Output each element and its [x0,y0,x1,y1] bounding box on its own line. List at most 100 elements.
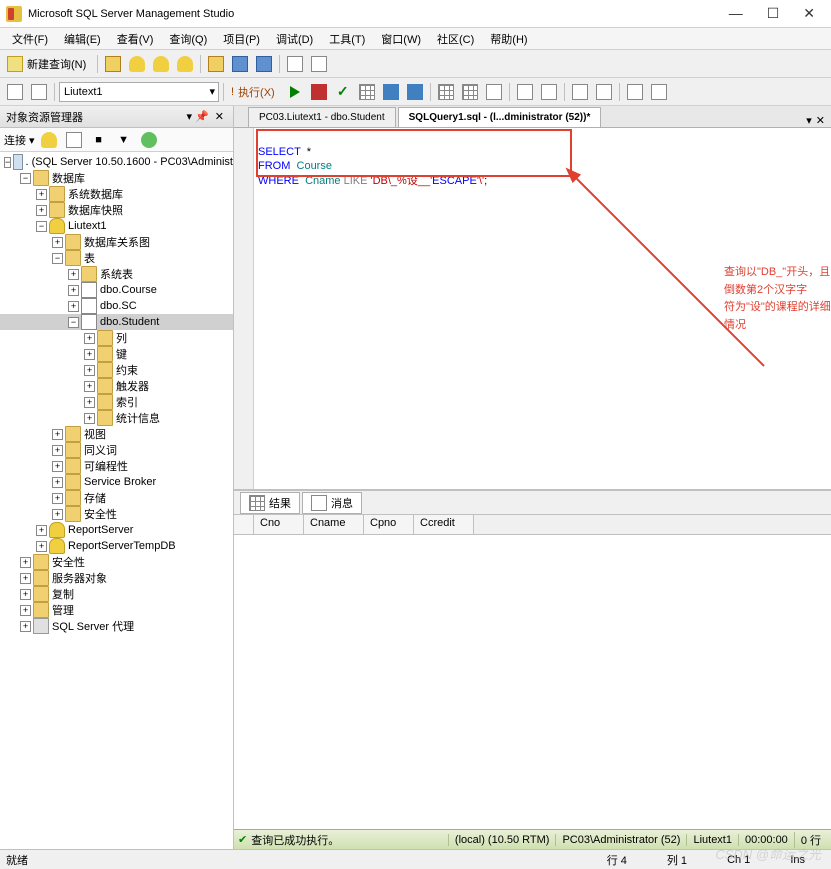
tree-storage[interactable]: +存储 [0,490,233,506]
results-tab[interactable]: 结果 [240,492,300,514]
tree-databases[interactable]: −数据库 [0,170,233,186]
object-explorer-toolbar: 连接 ▾ ■ ▼ [0,128,233,152]
tab-dropdown-icon[interactable]: ▾ [806,114,812,127]
menu-community[interactable]: 社区(C) [431,29,480,49]
tab-close-icon[interactable]: ✕ [816,114,825,127]
tree-userdb[interactable]: −Liutext1 [0,218,233,234]
tree-columns[interactable]: +列 [0,330,233,346]
col-cpno[interactable]: Cpno [364,515,414,534]
execute-button[interactable]: ! 执行(X) [228,81,282,103]
tree-triggers[interactable]: +触发器 [0,378,233,394]
minimize-button[interactable]: — [729,5,743,22]
tree-sysdb[interactable]: +系统数据库 [0,186,233,202]
tree-tables[interactable]: −表 [0,250,233,266]
tb-btn-a[interactable] [4,81,26,103]
panel-close-icon[interactable]: ✕ [212,110,227,123]
tb-open-button[interactable] [102,53,124,75]
tb-btn-c2[interactable] [538,81,560,103]
col-cno[interactable]: Cno [254,515,304,534]
new-query-button[interactable]: 新建查询(N) [4,53,93,75]
tree-security-db[interactable]: +安全性 [0,506,233,522]
tree-agent[interactable]: +SQL Server 代理 [0,618,233,634]
menu-project[interactable]: 项目(P) [217,29,266,49]
tb-open-file-button[interactable] [205,53,227,75]
tb-indent-button[interactable] [569,81,591,103]
menu-window[interactable]: 窗口(W) [375,29,427,49]
stop-icon [311,84,327,100]
tb-btn-c1[interactable] [514,81,536,103]
database-icon [49,218,65,234]
close-button[interactable]: ✕ [803,5,815,22]
tab-sqlquery[interactable]: SQLQuery1.sql - (l...dministrator (52))* [398,107,602,127]
oe-refresh-button[interactable] [138,129,160,151]
results-grid[interactable] [234,535,831,829]
tree-indexes[interactable]: +索引 [0,394,233,410]
tb-btn-list[interactable] [308,53,330,75]
stop-button[interactable] [308,81,330,103]
tree-table-course[interactable]: +dbo.Course [0,282,233,298]
oe-filter-button[interactable]: ▼ [113,129,135,151]
tb-save-button[interactable] [229,53,251,75]
oe-btn-3[interactable]: ■ [88,129,110,151]
tree-prog[interactable]: +可编程性 [0,458,233,474]
tree-reportserver[interactable]: +ReportServer [0,522,233,538]
tb-btn-act[interactable] [284,53,306,75]
tb-btn-3[interactable] [150,53,172,75]
messages-tab[interactable]: 消息 [302,492,362,514]
tb-outdent-button[interactable] [593,81,615,103]
generic-icon [627,84,643,100]
tb-btn-g1[interactable] [380,81,402,103]
tree-views[interactable]: +视图 [0,426,233,442]
tree-sb[interactable]: +Service Broker [0,474,233,490]
tree-security[interactable]: +安全性 [0,554,233,570]
tree-serverobj[interactable]: +服务器对象 [0,570,233,586]
tb-btn-g5[interactable] [483,81,505,103]
col-ccredit[interactable]: Ccredit [414,515,474,534]
tree-keys[interactable]: +键 [0,346,233,362]
tb-btn-g4[interactable] [459,81,481,103]
table-icon [81,314,97,330]
database-selector[interactable]: Liutext1 [59,82,219,102]
tree-mgmt[interactable]: +管理 [0,602,233,618]
tree-systables[interactable]: +系统表 [0,266,233,282]
object-tree[interactable]: −. (SQL Server 10.50.1600 - PC03\Adminis… [0,152,233,849]
tree-reportservertemp[interactable]: +ReportServerTempDB [0,538,233,554]
tree-table-student[interactable]: −dbo.Student [0,314,233,330]
menu-help[interactable]: 帮助(H) [484,29,533,49]
tree-diagram[interactable]: +数据库关系图 [0,234,233,250]
menu-view[interactable]: 查看(V) [111,29,160,49]
oe-btn-2[interactable] [63,129,85,151]
tree-server[interactable]: −. (SQL Server 10.50.1600 - PC03\Adminis… [0,154,233,170]
menu-edit[interactable]: 编辑(E) [58,29,107,49]
tb-saveall-button[interactable] [253,53,275,75]
tb-btn-2[interactable] [126,53,148,75]
tree-replication[interactable]: +复制 [0,586,233,602]
tree-snapshot[interactable]: +数据库快照 [0,202,233,218]
oe-btn-1[interactable] [38,129,60,151]
menu-debug[interactable]: 调试(D) [270,29,319,49]
menu-tools[interactable]: 工具(T) [323,29,371,49]
tree-synonyms[interactable]: +同义词 [0,442,233,458]
maximize-button[interactable]: ☐ [767,5,780,22]
tree-table-sc[interactable]: +dbo.SC [0,298,233,314]
col-cname[interactable]: Cname [304,515,364,534]
separator [54,83,55,101]
toolbar-main: 新建查询(N) [0,50,831,78]
menu-query[interactable]: 查询(Q) [163,29,213,49]
tb-btn-4[interactable] [174,53,196,75]
menu-file[interactable]: 文件(F) [6,29,54,49]
tb-btn-g3[interactable] [435,81,457,103]
tb-btn-h2[interactable] [648,81,670,103]
tree-constraints[interactable]: +约束 [0,362,233,378]
tb-btn-b[interactable] [28,81,50,103]
pin-icon[interactable]: 📌 [192,110,212,123]
debug-button[interactable] [284,81,306,103]
tb-btn-g2[interactable] [404,81,426,103]
tb-btn-h1[interactable] [624,81,646,103]
tb-plan-button[interactable] [356,81,378,103]
folder-icon [208,56,224,72]
tab-student[interactable]: PC03.Liutext1 - dbo.Student [248,107,396,127]
parse-button[interactable]: ✓ [332,81,354,103]
connect-button[interactable]: 连接 ▾ [4,132,35,148]
tree-stats[interactable]: +统计信息 [0,410,233,426]
